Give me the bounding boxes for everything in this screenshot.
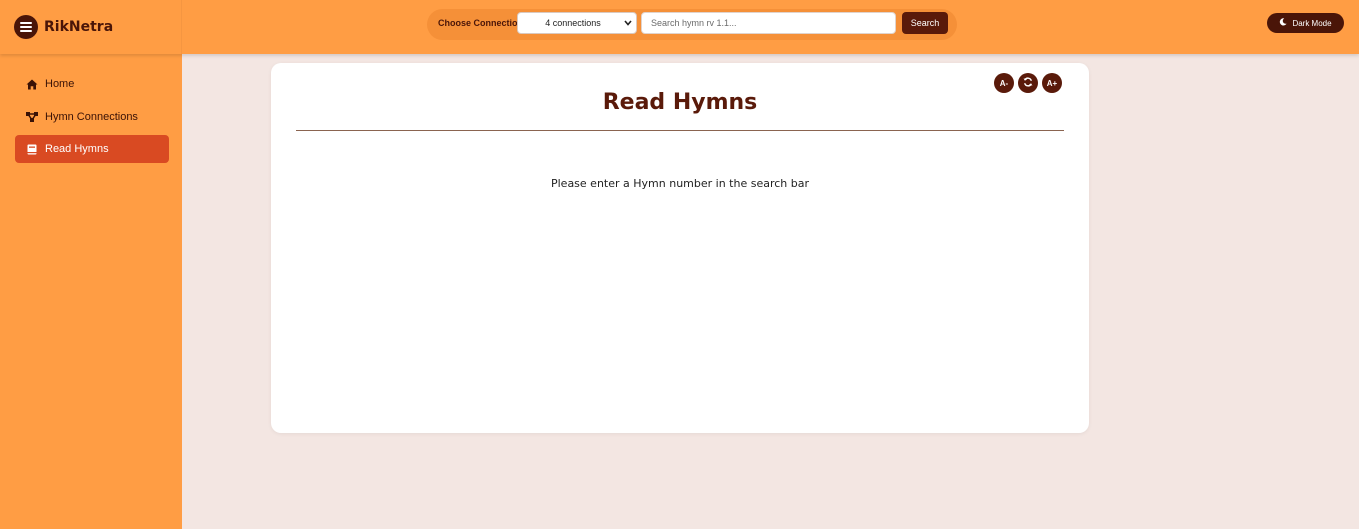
network-icon [26,111,38,123]
sidebar-item-label: Read Hymns [45,143,109,155]
brand-name: RikNetra [44,19,114,35]
sidebar-item-label: Home [45,78,75,90]
search-input[interactable] [641,12,896,34]
connection-label: Choose Connection: [438,18,526,28]
dark-mode-button[interactable]: Dark Mode [1267,13,1344,33]
sidebar-item-read-hymns[interactable]: Read Hymns [15,135,169,163]
connection-select-value: 4 connections [545,18,601,28]
connection-search-bar: Choose Connection: 4 connections Search [427,9,957,40]
book-icon [26,143,38,155]
top-header: RikNetra Choose Connection: 4 connection… [0,0,1359,54]
sidebar-item-home[interactable]: Home [15,70,169,98]
title-divider [296,130,1064,131]
sidebar-item-hymn-connections[interactable]: Hymn Connections [15,103,169,131]
sidebar: Home Hymn Connections Read Hymns [0,54,182,529]
dark-mode-label: Dark Mode [1292,18,1332,28]
chevron-down-icon [620,20,636,26]
hamburger-menu-icon[interactable] [14,15,38,39]
empty-state-message: Please enter a Hymn number in the search… [550,177,810,190]
brand-area: RikNetra [0,0,182,54]
refresh-icon [1023,77,1033,89]
search-button[interactable]: Search [902,12,948,34]
page-title: Read Hymns [602,90,758,115]
read-hymns-card: A- A+ Read Hymns Please enter a Hymn num… [271,63,1089,433]
home-icon [26,78,38,90]
sidebar-item-label: Hymn Connections [45,111,138,123]
moon-icon [1279,18,1288,28]
connection-select[interactable]: 4 connections [517,12,637,34]
